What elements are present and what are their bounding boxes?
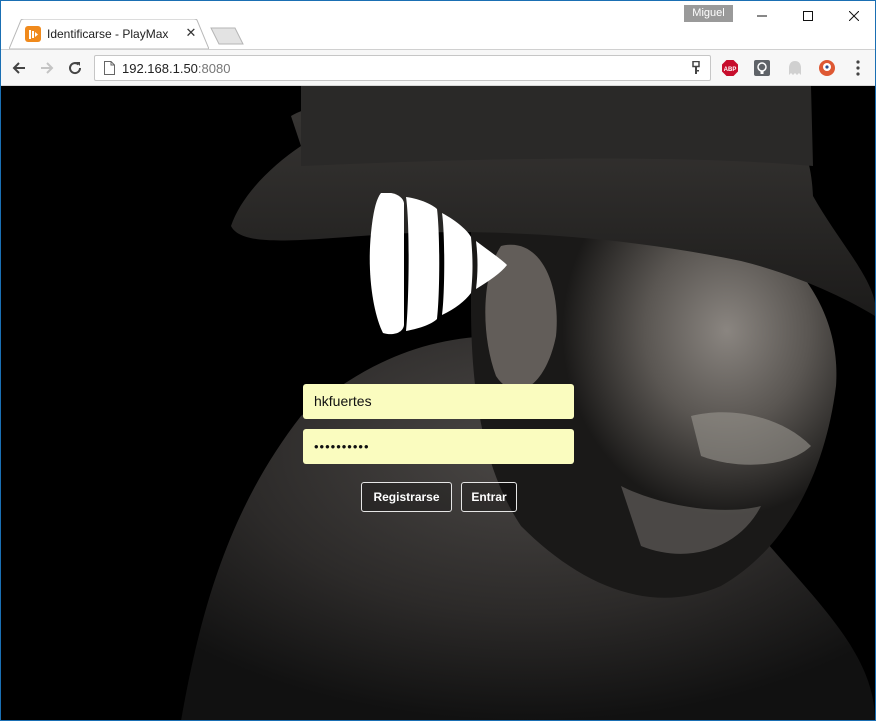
arrow-left-icon — [12, 62, 25, 74]
maximize-button[interactable] — [785, 1, 831, 31]
close-icon — [849, 11, 859, 21]
lightbulb-icon[interactable] — [753, 59, 771, 77]
username-input[interactable]: hkfuertes — [303, 384, 574, 419]
close-window-button[interactable] — [831, 1, 875, 31]
key-icon[interactable] — [690, 61, 702, 75]
profile-badge[interactable]: Miguel — [684, 5, 733, 22]
page-icon — [104, 61, 115, 75]
page-content: hkfuertes •••••••••• Registrarse Entrar — [1, 86, 875, 720]
reload-icon — [69, 62, 82, 75]
browser-toolbar: 192.168.1.50:8080 ABP — [1, 49, 875, 86]
minimize-button[interactable] — [739, 1, 785, 31]
svg-text:ABP: ABP — [724, 67, 737, 73]
password-input[interactable]: •••••••••• — [303, 429, 574, 464]
menu-icon[interactable] — [851, 58, 865, 78]
reload-button[interactable] — [63, 56, 87, 80]
url-text: 192.168.1.50:8080 — [122, 61, 230, 76]
title-bar: Identificarse - PlayMax ✕ Miguel — [1, 1, 875, 49]
ghostery-icon[interactable] — [786, 59, 804, 77]
back-button[interactable] — [7, 56, 31, 80]
playmax-favicon-icon — [25, 26, 41, 42]
register-button[interactable]: Registrarse — [361, 482, 452, 512]
new-tab-button[interactable] — [209, 27, 245, 45]
address-bar[interactable]: 192.168.1.50:8080 — [94, 55, 711, 81]
maximize-icon — [803, 11, 813, 21]
forward-button[interactable] — [35, 56, 59, 80]
tab-title: Identificarse - PlayMax — [47, 27, 169, 41]
login-button[interactable]: Entrar — [461, 482, 517, 512]
playmax-logo-icon — [369, 193, 507, 335]
duckduckgo-icon[interactable] — [818, 59, 836, 77]
browser-window: Identificarse - PlayMax ✕ Miguel 192.168… — [0, 0, 876, 721]
adblock-plus-icon[interactable]: ABP — [721, 59, 739, 77]
arrow-right-icon — [41, 62, 54, 74]
url-port: :8080 — [197, 61, 231, 76]
tab-close-icon[interactable]: ✕ — [184, 25, 198, 41]
url-host: 192.168.1.50 — [122, 61, 198, 76]
minimize-icon — [757, 15, 767, 17]
